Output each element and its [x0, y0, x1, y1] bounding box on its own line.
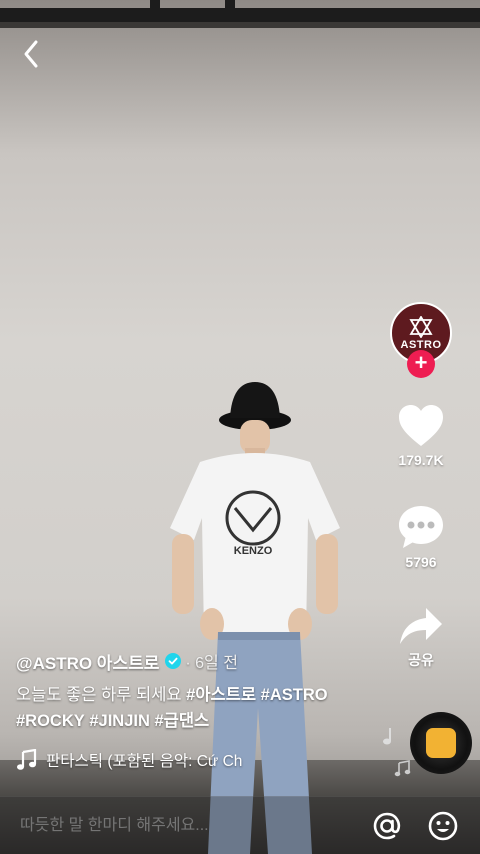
like-button[interactable]: 179.7K: [380, 404, 462, 468]
hashtag-link[interactable]: #아스트로: [186, 686, 256, 704]
share-arrow-icon: [400, 608, 442, 644]
album-cover: [426, 728, 456, 758]
comment-input[interactable]: [20, 815, 320, 837]
comment-button[interactable]: 5796: [380, 504, 462, 570]
comment-bubble-icon: [399, 506, 443, 548]
avatar-label: ASTRO: [400, 338, 442, 351]
music-title: 판타스틱 (포함된 음악: Cứ Ch: [46, 753, 243, 770]
music-note-icon: [17, 749, 37, 770]
post-info: @ASTRO 아스트로 · 6일 전 오늘도 좋은 하루 되세요 #아스트로 #…: [16, 648, 396, 734]
dancer-figure: KENZO: [170, 382, 340, 854]
verified-badge-icon: [165, 653, 182, 669]
caption: 오늘도 좋은 하루 되세요 #아스트로 #ASTRO #ROCKY #JINJI…: [16, 682, 396, 734]
creator-avatar[interactable]: ASTRO +: [390, 302, 452, 380]
like-count: 179.7K: [398, 452, 444, 468]
back-button[interactable]: [14, 36, 50, 72]
hashtag-link[interactable]: #급댄스: [154, 712, 209, 730]
svg-text:KENZO: KENZO: [234, 545, 273, 557]
hashtag-link[interactable]: #ASTRO: [261, 686, 328, 704]
at-icon[interactable]: [370, 809, 404, 843]
music-disc[interactable]: [410, 712, 472, 774]
heart-icon: [399, 405, 443, 446]
hashtag-link[interactable]: #ROCKY: [16, 712, 85, 730]
comment-bar: [0, 796, 480, 854]
post-time: · 6일 전: [185, 655, 238, 672]
hashtag-link[interactable]: #JINJIN: [89, 712, 150, 730]
floating-note-icon: [383, 728, 391, 745]
music-ticker[interactable]: 판타스틱 (포함된 음악: Cứ Ch: [16, 748, 276, 772]
follow-plus-icon[interactable]: +: [407, 350, 435, 378]
astro-logo-icon: [409, 315, 433, 338]
username-link[interactable]: @ASTRO 아스트로: [16, 649, 159, 674]
emoji-icon[interactable]: [426, 809, 460, 843]
floating-note-icon: [394, 760, 411, 777]
caption-text: 오늘도 좋은 하루 되세요: [16, 686, 182, 704]
comment-count: 5796: [405, 554, 437, 570]
